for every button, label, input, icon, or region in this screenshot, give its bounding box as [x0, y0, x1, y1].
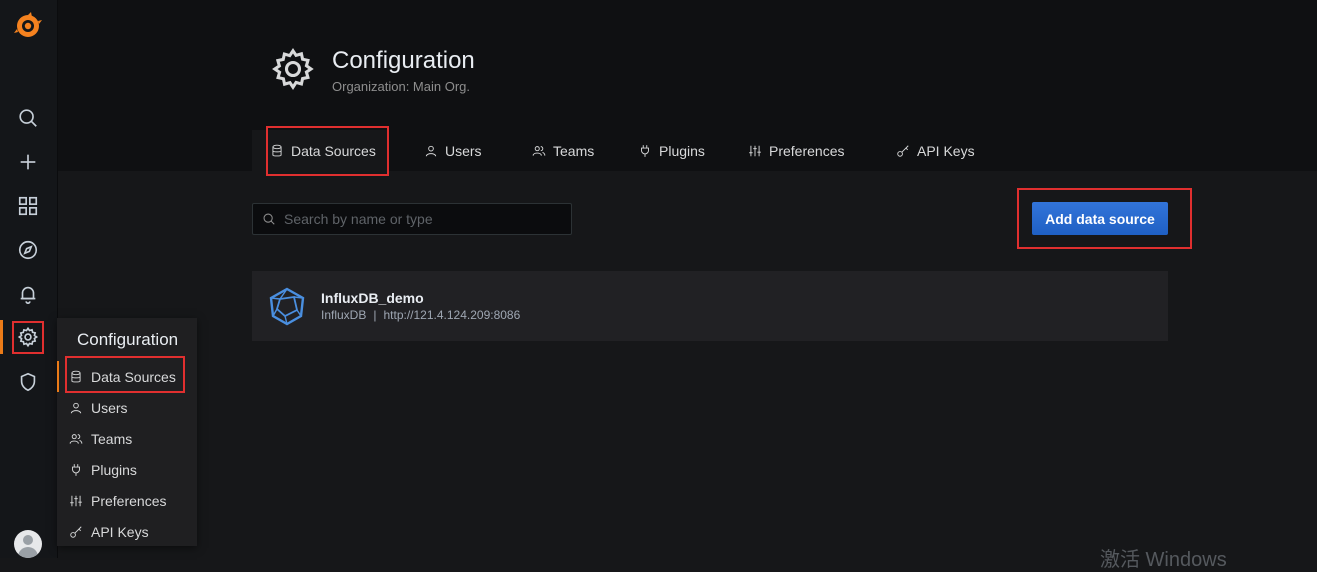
- datasource-card[interactable]: InfluxDB_demo InfluxDB | http://121.4.124.…: [252, 271, 1168, 341]
- plug-icon: [641, 144, 649, 157]
- tab-label: Users: [445, 142, 482, 159]
- shield-icon[interactable]: [14, 368, 42, 396]
- flyout-item-users[interactable]: Users: [57, 392, 197, 423]
- tab-plugins[interactable]: Plugins: [638, 130, 718, 171]
- plug-icon: [72, 463, 80, 476]
- tab-data-sources[interactable]: Data Sources: [252, 130, 388, 171]
- tab-label: Preferences: [769, 142, 845, 159]
- datasource-name: InfluxDB_demo: [321, 290, 424, 306]
- tab-label: Plugins: [659, 142, 705, 159]
- flyout-title: Configuration: [77, 330, 179, 349]
- flyout-item-label: Preferences: [91, 492, 167, 509]
- tab-label: Data Sources: [291, 142, 376, 159]
- database-icon: [71, 370, 81, 382]
- search-input[interactable]: [282, 210, 566, 228]
- tab-teams[interactable]: Teams: [532, 130, 606, 171]
- flyout-item-data-sources[interactable]: Data Sources: [57, 361, 197, 392]
- page-title: Configuration: [332, 47, 475, 74]
- bell-icon[interactable]: [14, 280, 42, 308]
- flyout-item-api-keys[interactable]: API Keys: [57, 516, 197, 547]
- key-icon: [897, 144, 909, 157]
- flyout-item-plugins[interactable]: Plugins: [57, 454, 197, 485]
- flyout-item-label: Users: [91, 399, 128, 416]
- users-icon: [69, 433, 83, 444]
- key-icon: [70, 525, 82, 538]
- page-subtitle: Organization: Main Org.: [332, 79, 471, 94]
- page-gear-icon: [270, 46, 316, 92]
- separator: |: [373, 308, 377, 322]
- users-icon: [532, 145, 546, 156]
- add-data-source-button[interactable]: Add data source: [1032, 202, 1168, 235]
- flyout-item-label: Plugins: [91, 461, 137, 478]
- tab-label: Teams: [553, 142, 595, 159]
- tab-label: API Keys: [917, 142, 975, 159]
- tab-users[interactable]: Users: [424, 130, 494, 171]
- flyout-item-label: Teams: [91, 430, 133, 447]
- sliders-icon: [70, 495, 82, 506]
- flyout-item-preferences[interactable]: Preferences: [57, 485, 197, 516]
- database-icon: [272, 144, 282, 156]
- gear-icon[interactable]: [14, 323, 42, 351]
- tab-preferences[interactable]: Preferences: [748, 130, 858, 171]
- datasource-meta: InfluxDB | http://121.4.124.209:8086: [321, 308, 520, 322]
- active-indicator: [0, 320, 3, 354]
- grafana-logo-icon[interactable]: [14, 12, 42, 40]
- datasource-type: InfluxDB: [321, 308, 367, 322]
- flyout-item-label: Data Sources: [91, 368, 176, 385]
- sliders-icon: [749, 145, 761, 156]
- sidebar: [0, 0, 58, 558]
- config-tabs: Data Sources Users Teams Plugins Prefere…: [252, 130, 986, 171]
- flyout-item-teams[interactable]: Teams: [57, 423, 197, 454]
- flyout-item-label: API Keys: [91, 523, 149, 540]
- influxdb-logo-icon: [266, 285, 308, 327]
- user-icon: [425, 145, 437, 156]
- configuration-flyout-menu: Configuration Data Sources Users Teams P…: [57, 318, 197, 546]
- avatar[interactable]: [14, 530, 42, 558]
- search-box: [252, 203, 572, 235]
- dashboards-icon[interactable]: [14, 192, 42, 220]
- search-icon[interactable]: [14, 104, 42, 132]
- explore-icon[interactable]: [14, 236, 42, 264]
- tab-api-keys[interactable]: API Keys: [896, 130, 986, 171]
- search-icon: [263, 213, 275, 225]
- plus-icon[interactable]: [14, 148, 42, 176]
- datasource-url: http://121.4.124.209:8086: [383, 308, 521, 322]
- user-icon: [70, 402, 82, 413]
